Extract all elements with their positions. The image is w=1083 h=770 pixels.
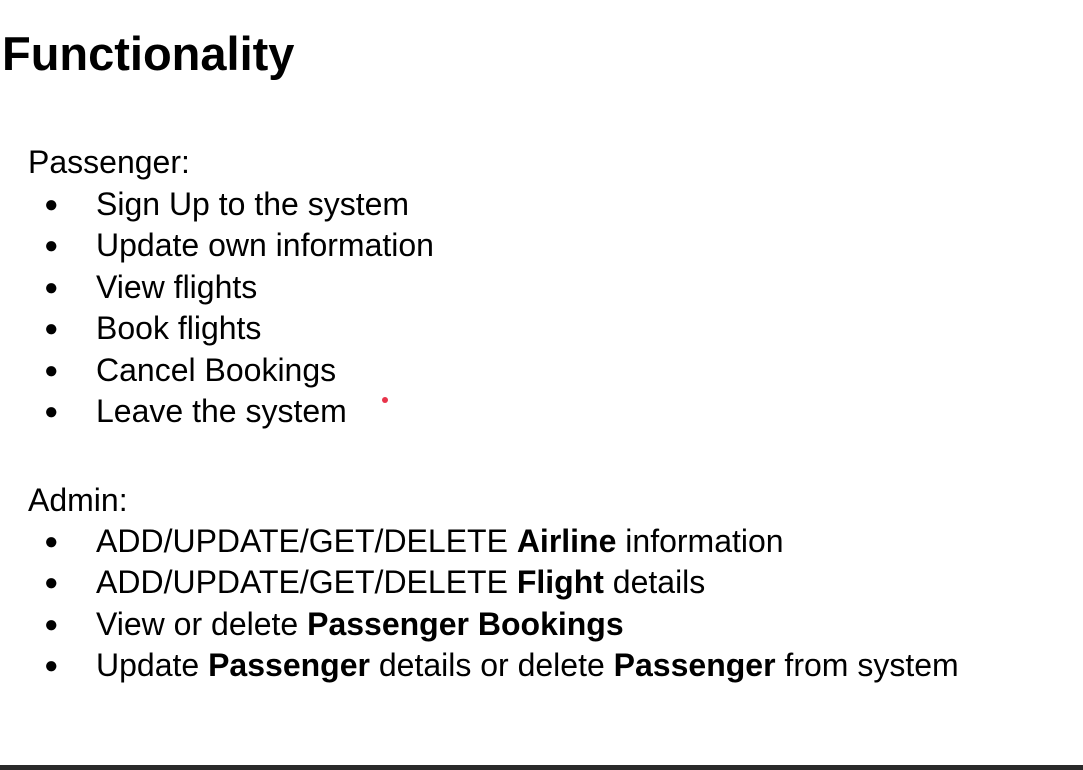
text-segment: Update own information xyxy=(96,227,434,264)
bullet-icon: ● xyxy=(44,356,59,384)
text-segment: Leave the system xyxy=(96,392,347,429)
bullet-icon: ● xyxy=(44,273,59,301)
text-segment: details xyxy=(603,564,706,601)
admin-heading: Admin: xyxy=(28,482,128,518)
text-segment: from system xyxy=(775,647,959,684)
bottom-bar xyxy=(0,765,1083,770)
bullet-icon: ● xyxy=(44,528,59,555)
list-item-text: ADD/UPDATE/GET/DELETE Airline informatio… xyxy=(96,521,784,562)
text-segment: View or delete xyxy=(96,605,308,642)
bullet-icon: ● xyxy=(44,191,59,218)
bold-term: Passenger xyxy=(208,647,370,684)
text-segment: Update xyxy=(96,647,209,684)
list-item-text: View flights xyxy=(96,267,257,308)
bold-term: Flight xyxy=(516,564,604,601)
text-segment: View flights xyxy=(96,268,258,305)
list-item-text: Leave the system xyxy=(96,391,347,432)
bullet-icon: ● xyxy=(44,610,59,638)
page-title: Functionality xyxy=(2,27,295,80)
bold-term: Passenger xyxy=(613,647,776,684)
list-item-text: View or delete Passenger Bookings xyxy=(96,604,624,645)
list-item-text: Sign Up to the system xyxy=(96,184,409,225)
text-segment: information xyxy=(616,523,784,559)
bullet-icon: ● xyxy=(44,652,59,680)
text-segment: ADD/UPDATE/GET/DELETE xyxy=(96,523,517,559)
cursor-dot xyxy=(382,397,388,403)
bullet-icon: ● xyxy=(44,397,59,425)
text-segment: Sign Up to the system xyxy=(96,186,410,222)
text-segment: details or delete xyxy=(369,647,614,684)
bullet-icon: ● xyxy=(44,569,59,597)
list-item-text: ADD/UPDATE/GET/DELETE Flight details xyxy=(96,562,705,603)
bold-term: Airline xyxy=(516,523,617,559)
bullet-icon: ● xyxy=(44,232,59,260)
list-item-text: Book flights xyxy=(96,308,261,349)
list-item-text: Update own information xyxy=(96,225,434,266)
bullet-icon: ● xyxy=(44,315,59,343)
text-segment: ADD/UPDATE/GET/DELETE xyxy=(96,564,517,601)
passenger-heading: Passenger: xyxy=(28,144,190,180)
list-item-text: Cancel Bookings xyxy=(96,350,336,391)
bold-term: Passenger Bookings xyxy=(307,605,624,642)
text-segment: Book flights xyxy=(96,310,262,347)
list-item-text: Update Passenger details or delete Passe… xyxy=(96,645,959,686)
text-segment: Cancel Bookings xyxy=(96,351,337,388)
